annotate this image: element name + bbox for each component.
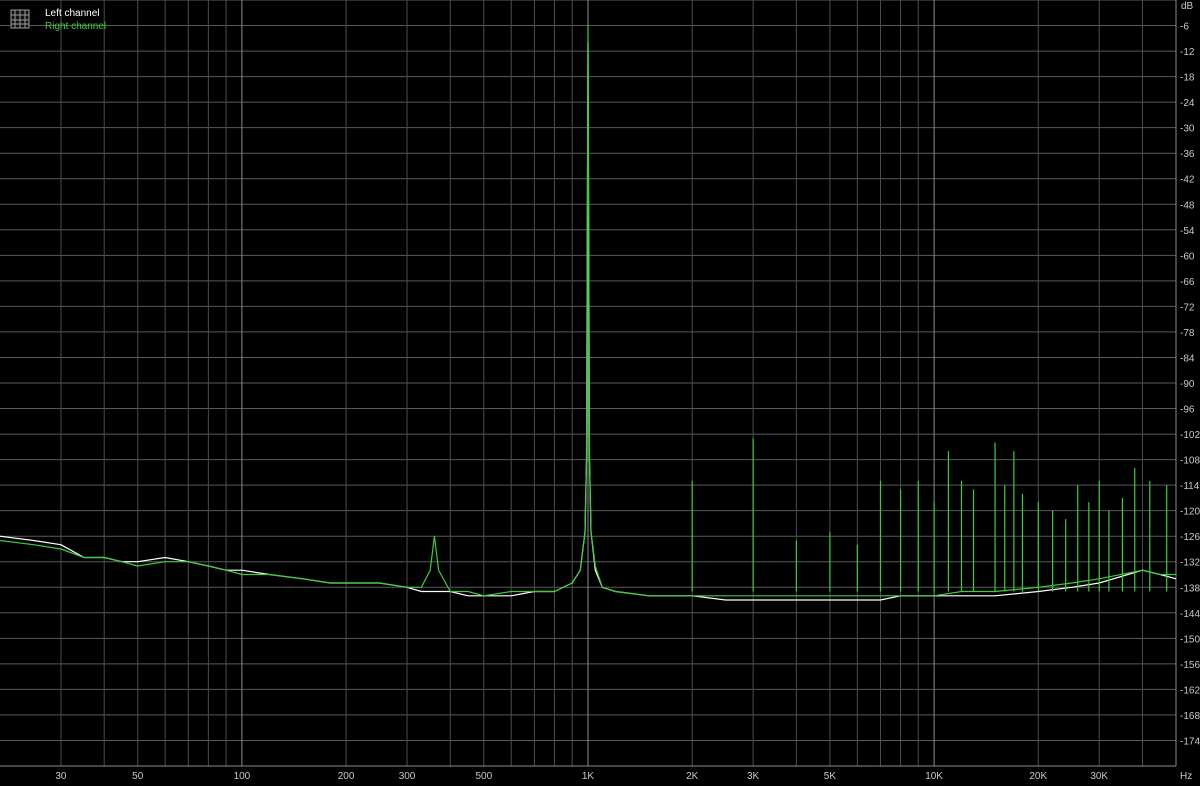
y-tick-label: -66 [1180, 277, 1195, 288]
x-tick-label: 3K [747, 771, 760, 782]
legend-left-channel: Left channel [45, 8, 100, 19]
y-tick-label: -60 [1180, 251, 1195, 262]
x-tick-label: 10K [925, 771, 943, 782]
legend-right-channel: Right channel [45, 21, 106, 32]
y-tick-label: -6 [1180, 22, 1189, 33]
y-tick-label: -78 [1180, 328, 1195, 339]
y-tick-label: -30 [1180, 124, 1195, 135]
y-unit-label: dB [1181, 1, 1194, 12]
y-tick-label: -36 [1180, 149, 1195, 160]
y-tick-label: -42 [1180, 175, 1195, 186]
y-tick-label: -150 [1180, 634, 1200, 645]
y-tick-label: -156 [1180, 660, 1200, 671]
y-tick-label: -12 [1180, 47, 1195, 58]
y-tick-label: -114 [1180, 481, 1200, 492]
x-tick-label: 100 [234, 771, 251, 782]
x-tick-label: 5K [824, 771, 837, 782]
x-tick-label: 300 [399, 771, 416, 782]
y-tick-label: -48 [1180, 200, 1195, 211]
y-tick-label: -90 [1180, 379, 1195, 390]
y-tick-label: -120 [1180, 507, 1200, 518]
y-tick-label: -168 [1180, 711, 1200, 722]
x-tick-label: 1K [582, 771, 595, 782]
y-tick-label: -126 [1180, 532, 1200, 543]
y-tick-label: -54 [1180, 226, 1195, 237]
x-tick-label: 500 [475, 771, 492, 782]
y-tick-label: -132 [1180, 558, 1200, 569]
y-tick-label: -174 [1180, 736, 1200, 747]
x-tick-label: 200 [338, 771, 355, 782]
y-tick-label: -138 [1180, 583, 1200, 594]
y-tick-label: -102 [1180, 430, 1200, 441]
y-tick-label: -162 [1180, 685, 1200, 696]
y-tick-label: -84 [1180, 353, 1195, 364]
y-tick-label: -108 [1180, 456, 1200, 467]
x-unit-label: Hz [1180, 771, 1192, 782]
spectrum-chart: -6 -12 -18 -24 -30 -36 -42 -48 -54 -60 -66 -72 -78 -8… [0, 0, 1200, 786]
x-tick-label: 20K [1029, 771, 1047, 782]
x-tick-label: 2K [686, 771, 699, 782]
y-tick-label: -96 [1180, 405, 1195, 416]
x-tick-label: 50 [132, 771, 144, 782]
y-tick-label: -18 [1180, 73, 1195, 84]
x-tick-label: 30K [1090, 771, 1108, 782]
y-tick-label: -72 [1180, 302, 1195, 313]
x-tick-label: 30 [55, 771, 67, 782]
y-tick-label: -144 [1180, 609, 1200, 620]
y-tick-label: -24 [1180, 98, 1195, 109]
